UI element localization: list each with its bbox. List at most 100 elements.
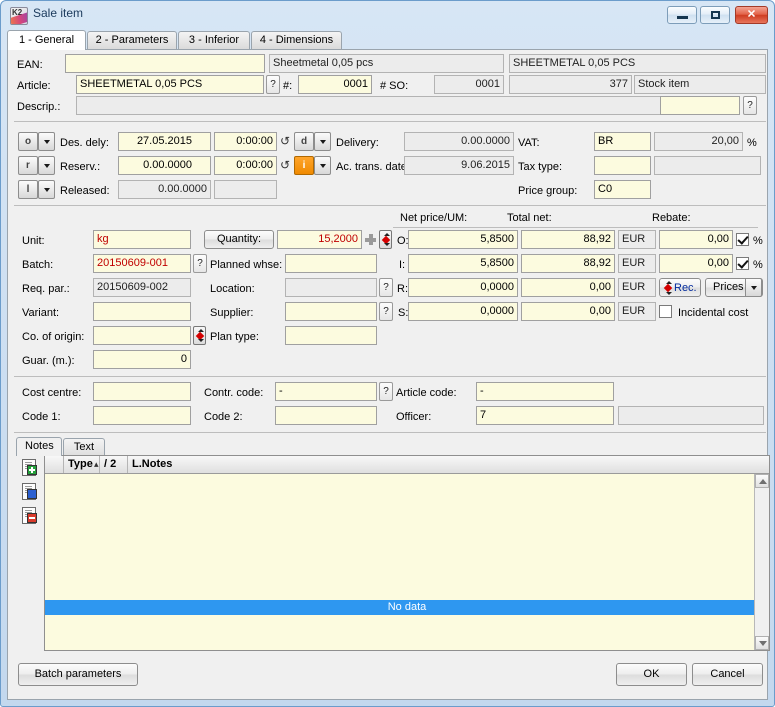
article-help-icon[interactable]: ? xyxy=(266,75,280,94)
rec-button[interactable]: Rec. xyxy=(659,278,701,297)
notes-grid-scrollbar[interactable] xyxy=(754,474,769,650)
officer-input[interactable]: 7 xyxy=(476,406,614,425)
total-net-i-input[interactable]: 88,92 xyxy=(521,254,615,273)
vat-code-input[interactable]: BR xyxy=(594,132,651,151)
des-dely-flag-button[interactable]: o xyxy=(18,132,38,151)
article-code-input[interactable]: - xyxy=(476,382,614,401)
batch-input[interactable]: 20150609-001 xyxy=(93,254,191,273)
des-dely-date-input[interactable]: 27.05.2015 xyxy=(118,132,211,151)
general-tab-panel: EAN: Sheetmetal 0,05 pcs SHEETMETAL 0,05… xyxy=(7,49,770,700)
batch-parameters-button[interactable]: Batch parameters xyxy=(18,663,138,686)
batch-help-icon[interactable]: ? xyxy=(193,254,207,273)
currency-r: EUR xyxy=(618,278,656,297)
rebate-i-input[interactable]: 0,00 xyxy=(659,254,733,273)
variant-input[interactable] xyxy=(93,302,191,321)
tax-type-input[interactable] xyxy=(594,156,651,175)
origin-input[interactable] xyxy=(93,326,191,345)
rebate-o-input[interactable]: 0,00 xyxy=(659,230,733,249)
unit-input[interactable]: kg xyxy=(93,230,191,249)
descrip-input[interactable] xyxy=(76,96,726,115)
edit-note-icon[interactable] xyxy=(22,483,37,500)
plan-type-input[interactable] xyxy=(285,326,377,345)
tab-dimensions[interactable]: 4 - Dimensions xyxy=(251,31,342,50)
prices-button-label: Prices xyxy=(713,281,744,293)
quantity-input[interactable]: 15,2000 xyxy=(277,230,362,249)
code1-label: Code 1: xyxy=(22,411,61,423)
contr-code-help-icon[interactable]: ? xyxy=(379,382,393,401)
officer-label: Officer: xyxy=(396,411,432,423)
location-help-icon[interactable]: ? xyxy=(379,278,393,297)
minimize-button[interactable] xyxy=(667,6,697,24)
article-input[interactable]: SHEETMETAL 0,05 PCS xyxy=(76,75,264,94)
planned-whse-input[interactable] xyxy=(285,254,377,273)
ok-button[interactable]: OK xyxy=(616,663,687,686)
contr-code-input[interactable]: - xyxy=(275,382,377,401)
net-price-i-input[interactable]: 5,8500 xyxy=(408,254,518,273)
col-rebate-header: Rebate: xyxy=(652,212,691,224)
plan-type-spinner-icon[interactable] xyxy=(193,326,206,345)
total-net-r-input[interactable]: 0,00 xyxy=(521,278,615,297)
descrip-help-icon[interactable]: ? xyxy=(743,96,757,115)
prices-button[interactable]: Prices xyxy=(705,278,763,297)
tab-notes[interactable]: Notes xyxy=(16,437,62,456)
col-totalnet-header: Total net: xyxy=(507,212,552,224)
descrip-code-input[interactable] xyxy=(660,96,740,115)
total-net-s-input[interactable]: 0,00 xyxy=(521,302,615,321)
actrans-flag-dropdown-icon[interactable] xyxy=(314,156,331,175)
item-kind-value: Stock item xyxy=(634,75,766,94)
supplier-help-icon[interactable]: ? xyxy=(379,302,393,321)
reserv-date-input[interactable]: 0.00.0000 xyxy=(118,156,211,175)
location-input[interactable] xyxy=(285,278,377,297)
tab-inferior[interactable]: 3 - Inferior xyxy=(178,31,250,50)
add-quantity-icon[interactable] xyxy=(365,234,376,245)
code1-input[interactable] xyxy=(93,406,191,425)
delivery-flag-dropdown-icon[interactable] xyxy=(314,132,331,151)
tax-type-label: Tax type: xyxy=(518,161,563,173)
req-par-input[interactable]: 20150609-002 xyxy=(93,278,191,297)
add-note-icon[interactable] xyxy=(22,459,37,476)
net-price-o-input[interactable]: 5,8500 xyxy=(408,230,518,249)
released-flag-dropdown-icon[interactable] xyxy=(38,180,55,199)
reserv-flag-dropdown-icon[interactable] xyxy=(38,156,55,175)
scroll-down-button[interactable] xyxy=(755,636,769,650)
sale-item-window: K2 Sale item ✕ 1 - General 2 - Parameter… xyxy=(0,0,775,707)
des-dely-time-input[interactable]: 0:00:00 xyxy=(214,132,277,151)
origin-label: Co. of origin: xyxy=(22,331,85,343)
released-flag-button[interactable]: l xyxy=(18,180,38,199)
rebate-o-checkbox[interactable] xyxy=(736,233,749,246)
quantity-button[interactable]: Quantity: xyxy=(204,230,274,249)
total-net-o-input[interactable]: 88,92 xyxy=(521,230,615,249)
grid-col-lnotes[interactable]: L.Notes xyxy=(128,456,756,473)
incidental-cost-checkbox[interactable] xyxy=(659,305,672,318)
scroll-up-button[interactable] xyxy=(755,474,769,488)
cost-centre-input[interactable] xyxy=(93,382,191,401)
net-price-s-input[interactable]: 0,0000 xyxy=(408,302,518,321)
price-group-input[interactable]: C0 xyxy=(594,180,651,199)
delivery-flag-button[interactable]: d xyxy=(294,132,314,151)
ean-input[interactable] xyxy=(65,54,265,73)
cancel-button[interactable]: Cancel xyxy=(692,663,763,686)
des-dely-flag-dropdown-icon[interactable] xyxy=(38,132,55,151)
notes-grid[interactable]: Type / 2 L.Notes ▴ No data xyxy=(44,455,770,651)
net-price-r-input[interactable]: 0,0000 xyxy=(408,278,518,297)
hash-input[interactable]: 0001 xyxy=(298,75,372,94)
code2-input[interactable] xyxy=(275,406,377,425)
actrans-flag-button[interactable]: i xyxy=(294,156,314,175)
close-button[interactable]: ✕ xyxy=(735,6,768,24)
reserv-flag-button[interactable]: r xyxy=(18,156,38,175)
tab-text[interactable]: Text xyxy=(63,438,105,456)
reserv-time-input[interactable]: 0:00:00 xyxy=(214,156,277,175)
maximize-button[interactable] xyxy=(700,6,730,24)
delete-note-icon[interactable] xyxy=(22,507,37,524)
guar-label: Guar. (m.): xyxy=(22,355,75,367)
batch-label: Batch: xyxy=(22,259,54,271)
grid-col-selector[interactable] xyxy=(45,456,64,473)
grid-col-sortindex[interactable]: / 2 xyxy=(100,456,128,473)
supplier-input[interactable] xyxy=(285,302,377,321)
quantity-spinner-icon[interactable] xyxy=(379,230,392,249)
rebate-i-checkbox[interactable] xyxy=(736,257,749,270)
prices-dropdown-icon[interactable] xyxy=(745,278,762,297)
guar-input[interactable]: 0 xyxy=(93,350,191,369)
tab-parameters[interactable]: 2 - Parameters xyxy=(87,31,177,50)
tab-general[interactable]: 1 - General xyxy=(7,30,86,50)
